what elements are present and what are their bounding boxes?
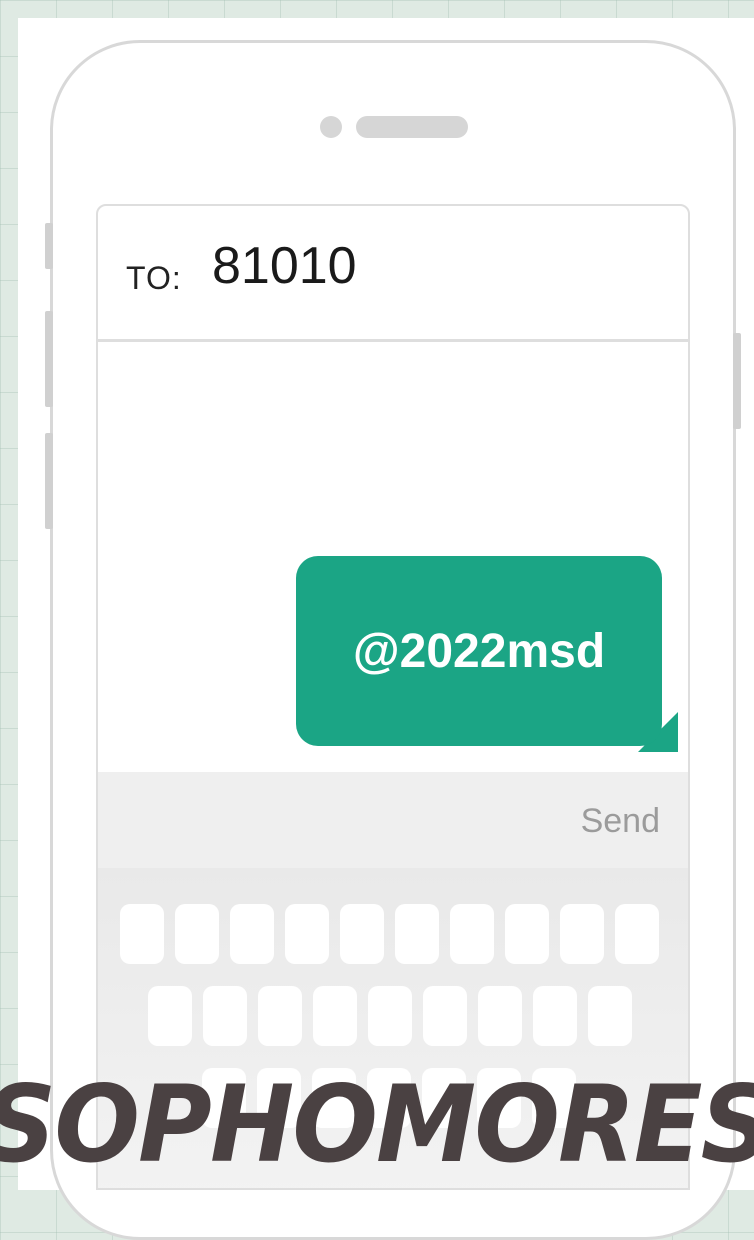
phone-volume-up-button: [45, 311, 53, 407]
caption-text: SOPHOMORES: [0, 1063, 754, 1186]
keyboard-key[interactable]: [423, 986, 467, 1046]
phone-screen: TO: 81010 @2022msd Send: [96, 204, 690, 1190]
keyboard-key[interactable]: [340, 904, 384, 964]
keyboard-row-2: [148, 986, 643, 1046]
keyboard-key[interactable]: [505, 904, 549, 964]
phone-volume-down-button: [45, 433, 53, 529]
recipient-label: TO:: [126, 260, 182, 296]
camera-icon: [320, 116, 342, 138]
caption-banner: SOPHOMORES: [0, 1060, 754, 1190]
keyboard-key[interactable]: [368, 986, 412, 1046]
keyboard-key[interactable]: [203, 986, 247, 1046]
keyboard-key[interactable]: [560, 904, 604, 964]
speaker-icon: [356, 116, 468, 138]
keyboard-key[interactable]: [258, 986, 302, 1046]
message-text: @2022msd: [352, 624, 606, 678]
keyboard-key[interactable]: [533, 986, 577, 1046]
keyboard-row-1: [120, 904, 670, 964]
keyboard-key[interactable]: [120, 904, 164, 964]
recipient-number: 81010: [212, 237, 357, 295]
keyboard-key[interactable]: [395, 904, 439, 964]
message-input-bar[interactable]: Send: [98, 772, 688, 868]
keyboard-key[interactable]: [313, 986, 357, 1046]
keyboard-key[interactable]: [588, 986, 632, 1046]
keyboard-key[interactable]: [230, 904, 274, 964]
phone-side-button: [45, 223, 53, 269]
keyboard-key[interactable]: [615, 904, 659, 964]
keyboard-key[interactable]: [450, 904, 494, 964]
keyboard-key[interactable]: [478, 986, 522, 1046]
phone-power-button: [733, 333, 741, 429]
recipient-bar[interactable]: TO: 81010: [98, 206, 688, 342]
send-button[interactable]: Send: [581, 802, 660, 841]
keyboard-key[interactable]: [148, 986, 192, 1046]
keyboard-key[interactable]: [175, 904, 219, 964]
message-bubble: @2022msd: [296, 556, 662, 746]
keyboard-key[interactable]: [285, 904, 329, 964]
